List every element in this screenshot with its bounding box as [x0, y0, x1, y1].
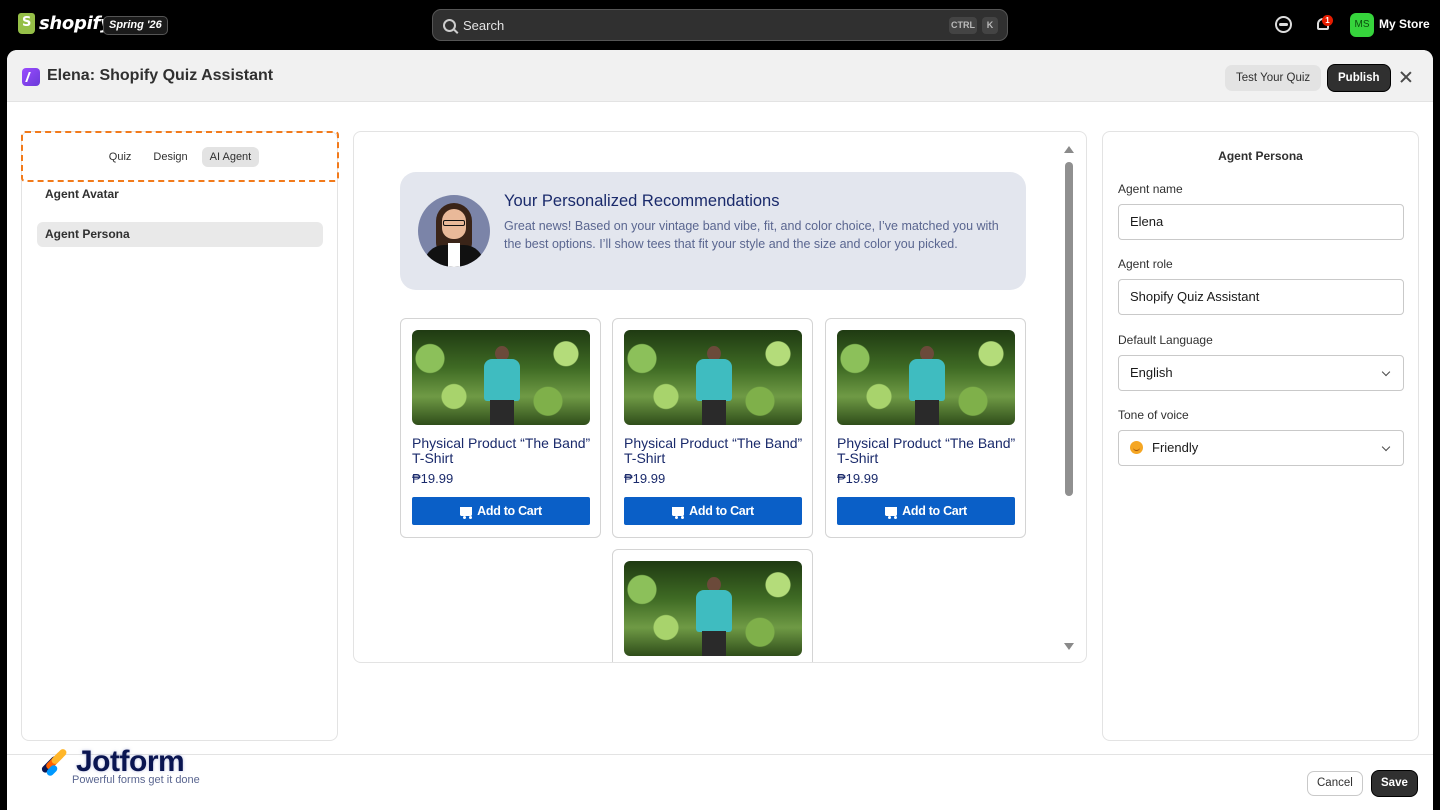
notification-count-badge: 1: [1322, 15, 1333, 26]
add-to-cart-label: Add to Cart: [477, 504, 542, 518]
shopify-logo-text: shopify: [39, 13, 112, 34]
test-quiz-button[interactable]: Test Your Quiz: [1225, 65, 1322, 91]
product-image: [837, 330, 1015, 425]
shopify-logo[interactable]: shopify: [18, 13, 112, 34]
quiz-preview: Your Personalized Recommendations Great …: [353, 131, 1087, 663]
default-language-value: English: [1130, 365, 1173, 380]
recommendation-text: Great news! Based on your vintage band v…: [504, 219, 999, 251]
tab-ai-agent[interactable]: AI Agent: [201, 146, 260, 167]
shopify-bag-icon: [18, 13, 35, 34]
product-image: [412, 330, 590, 425]
default-language-label: Default Language: [1118, 333, 1213, 347]
close-icon[interactable]: [1398, 69, 1414, 85]
add-to-cart-button[interactable]: Add to Cart: [837, 497, 1015, 525]
product-name[interactable]: Physical Product “The Band” T-Shirt: [837, 436, 1017, 466]
agent-avatar: [418, 195, 490, 267]
recommendation-title: Your Personalized Recommendations: [504, 192, 780, 210]
product-name[interactable]: Physical Product “The Band” T-Shirt: [412, 436, 592, 466]
cart-icon: [885, 506, 898, 519]
sidebar-item-agent-persona[interactable]: Agent Persona: [37, 222, 323, 247]
search-bar[interactable]: Search CTRL K: [432, 9, 1008, 41]
cart-icon: [672, 506, 685, 519]
product-card: Physical Product “The Band” T-Shirt ₱19.…: [612, 318, 813, 538]
left-sidebar: Quiz Design AI Agent Agent Avatar Agent …: [21, 131, 339, 741]
persona-settings-panel: Agent Persona Agent name Elena Agent rol…: [1102, 131, 1419, 741]
tab-quiz[interactable]: Quiz: [101, 147, 140, 167]
add-to-cart-button[interactable]: Add to Cart: [412, 497, 590, 525]
search-icon: [443, 18, 456, 32]
shortcut-ctrl-key: CTRL: [949, 17, 977, 34]
footer-divider: [7, 754, 1433, 755]
tone-of-voice-label: Tone of voice: [1118, 408, 1189, 422]
product-card: Physical Product “The Band” T-Shirt ₱19.…: [825, 318, 1026, 538]
scroll-thumb[interactable]: [1065, 162, 1073, 496]
app-modal: Elena: Shopify Quiz Assistant Test Your …: [7, 50, 1433, 810]
chevron-down-icon: [1381, 367, 1391, 377]
chevron-down-icon: [1381, 442, 1391, 452]
add-to-cart-label: Add to Cart: [689, 504, 754, 518]
scroll-down-icon[interactable]: [1064, 643, 1074, 650]
sidekick-icon[interactable]: [1275, 16, 1292, 33]
product-price: ₱19.99: [412, 471, 454, 486]
product-card: [612, 549, 813, 662]
builder-tabs: Quiz Design AI Agent: [21, 131, 339, 182]
recommendation-card: Your Personalized Recommendations Great …: [400, 172, 1026, 290]
save-button[interactable]: Save: [1372, 771, 1417, 796]
modal-title: Elena: Shopify Quiz Assistant: [47, 67, 274, 84]
edition-badge[interactable]: Spring '26: [103, 16, 168, 35]
add-to-cart-label: Add to Cart: [902, 504, 967, 518]
scroll-up-icon[interactable]: [1064, 146, 1074, 153]
product-price: ₱19.99: [624, 471, 666, 486]
agent-role-field[interactable]: Shopify Quiz Assistant: [1118, 279, 1404, 315]
shortcut-k-key: K: [982, 17, 998, 34]
publish-button[interactable]: Publish: [1328, 65, 1390, 91]
app-icon: [22, 68, 40, 86]
product-card: Physical Product “The Band” T-Shirt ₱19.…: [400, 318, 601, 538]
product-image: [624, 561, 802, 656]
admin-topbar: shopify Spring '26 Search CTRL K 1 MS My…: [0, 0, 1440, 50]
product-name[interactable]: Physical Product “The Band” T-Shirt: [624, 436, 804, 466]
product-price: ₱19.99: [837, 471, 879, 486]
tone-of-voice-value: Friendly: [1152, 440, 1199, 455]
store-name[interactable]: My Store: [1379, 17, 1430, 31]
sidebar-item-agent-avatar[interactable]: Agent Avatar: [37, 182, 323, 207]
tab-design[interactable]: Design: [145, 147, 195, 167]
cancel-button[interactable]: Cancel: [1307, 771, 1363, 796]
jotform-tagline: Powerful forms get it done: [72, 774, 200, 786]
cart-icon: [460, 506, 473, 519]
preview-scrollbar[interactable]: [1064, 146, 1074, 650]
smile-icon: [1130, 441, 1143, 454]
agent-name-label: Agent name: [1118, 182, 1183, 196]
agent-name-field[interactable]: Elena: [1118, 204, 1404, 240]
panel-title: Agent Persona: [1218, 149, 1303, 163]
product-image: [624, 330, 802, 425]
agent-role-label: Agent role: [1118, 257, 1173, 271]
search-placeholder: Search: [463, 17, 505, 33]
store-avatar[interactable]: MS: [1350, 13, 1374, 37]
default-language-select[interactable]: English: [1118, 355, 1404, 391]
modal-header: Elena: Shopify Quiz Assistant Test Your …: [7, 50, 1433, 102]
tone-of-voice-select[interactable]: Friendly: [1118, 430, 1404, 466]
jotform-mark-icon: [38, 747, 68, 778]
add-to-cart-button[interactable]: Add to Cart: [624, 497, 802, 525]
